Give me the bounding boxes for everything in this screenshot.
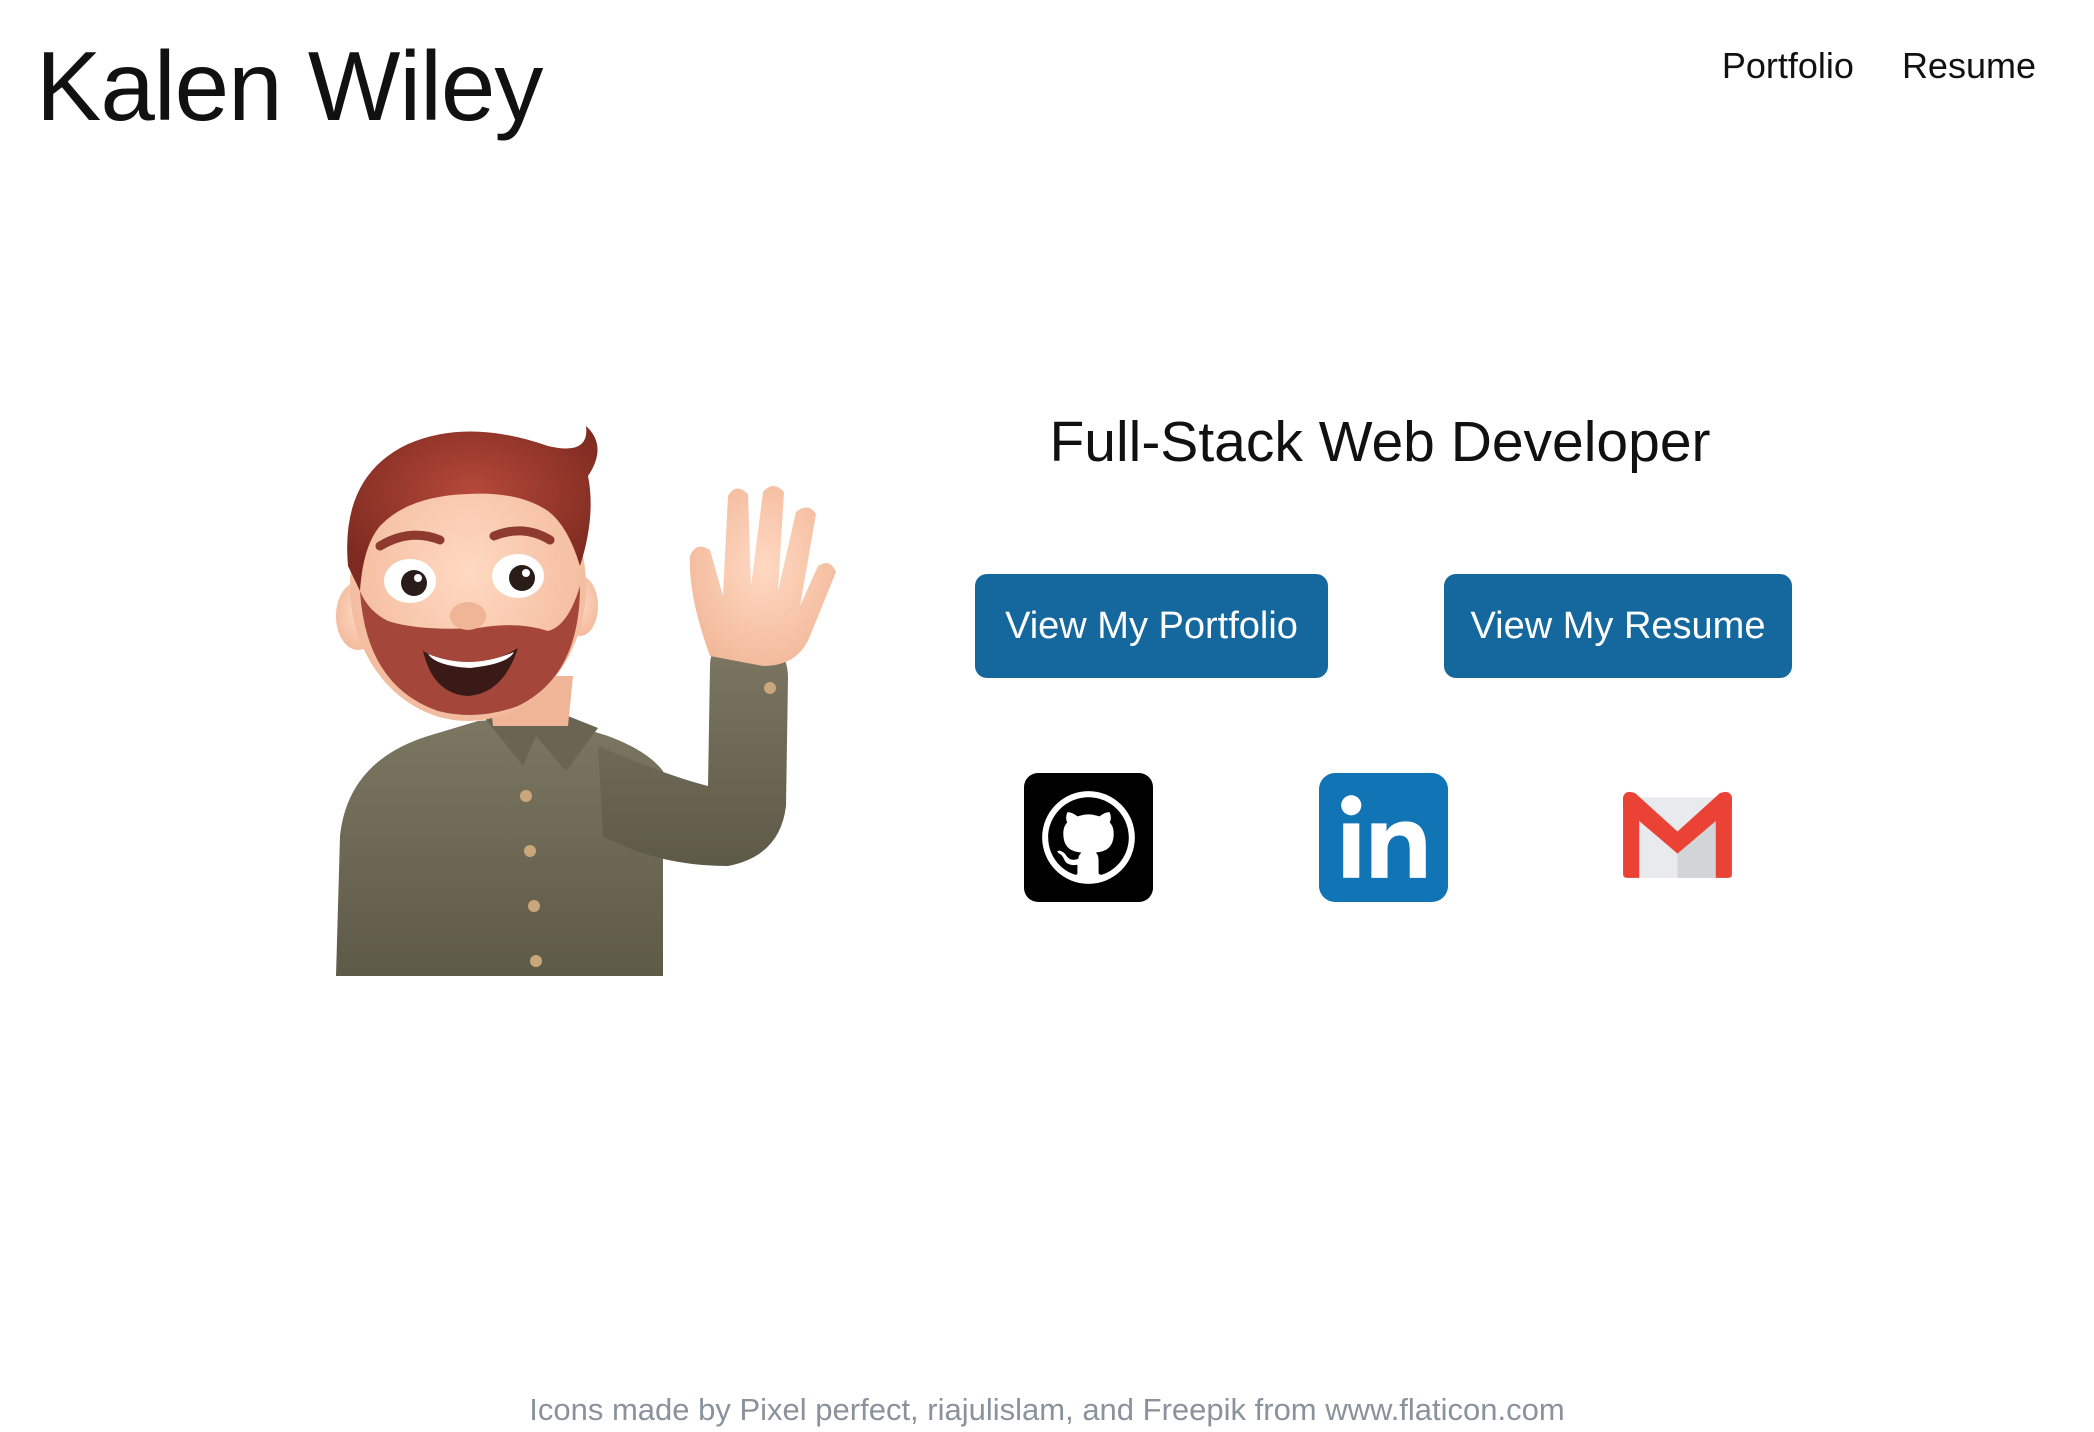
view-resume-button[interactable]: View My Resume <box>1444 574 1792 678</box>
tagline: Full-Stack Web Developer <box>1049 410 1711 474</box>
nav-link-resume[interactable]: Resume <box>1902 44 2036 88</box>
main-nav: Portfolio Resume <box>1722 44 2036 88</box>
linkedin-link[interactable] <box>1319 773 1448 902</box>
icon-credits: Icons made by Pixel perfect, riajulislam… <box>529 1392 1565 1427</box>
gmail-link[interactable] <box>1613 773 1742 902</box>
linkedin-icon <box>1319 773 1448 902</box>
github-link[interactable] <box>1024 773 1153 902</box>
avatar <box>318 416 848 976</box>
github-icon <box>1024 773 1153 902</box>
page: Kalen Wiley Portfolio Resume Full-Stack … <box>0 0 2094 1432</box>
site-title: Kalen Wiley <box>36 31 543 141</box>
nav-link-portfolio[interactable]: Portfolio <box>1722 44 1854 88</box>
view-portfolio-button[interactable]: View My Portfolio <box>975 574 1328 678</box>
waving-avatar-icon <box>336 426 836 976</box>
gmail-icon <box>1623 791 1732 878</box>
